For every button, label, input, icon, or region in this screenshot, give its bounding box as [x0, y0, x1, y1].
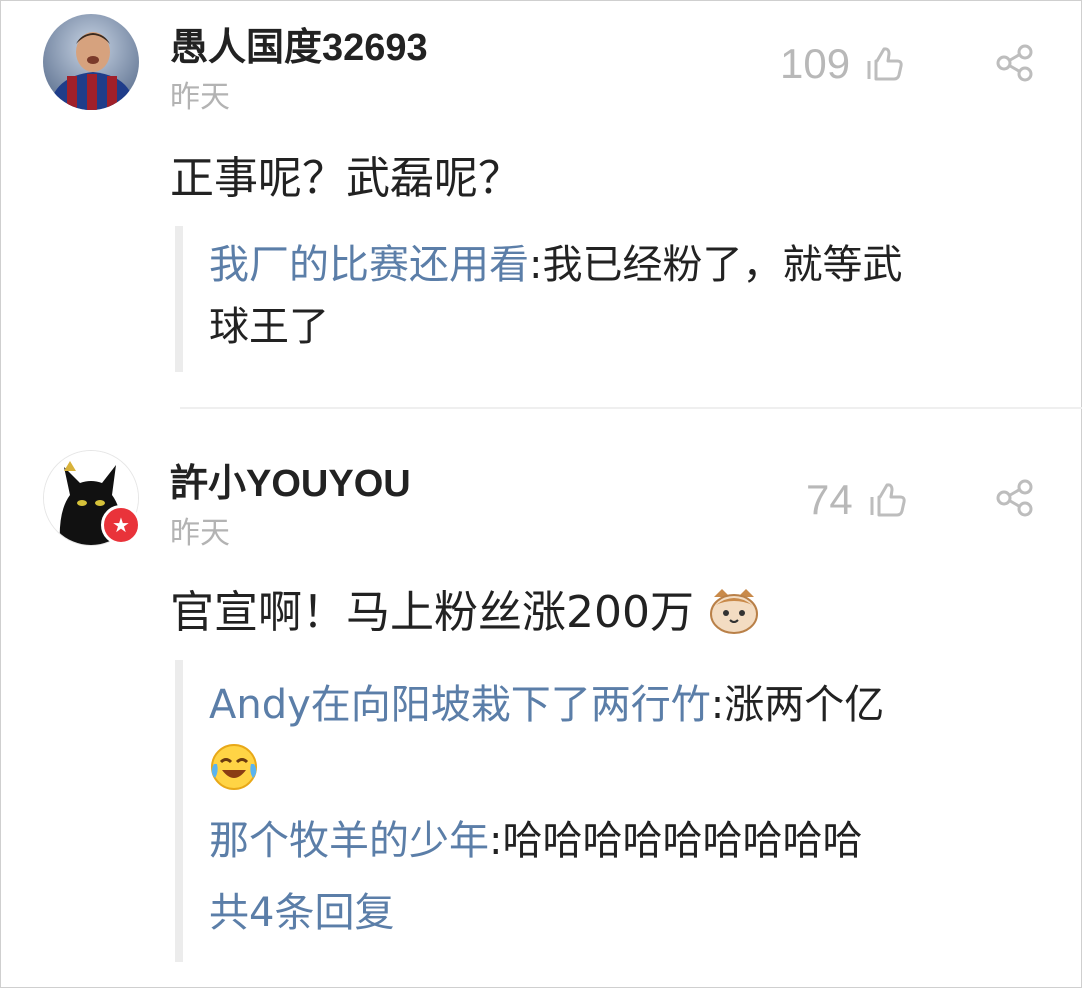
comment-content: 官宣啊！马上粉丝涨200万 — [170, 576, 760, 640]
username[interactable]: 愚人国度32693 — [170, 16, 428, 71]
comment-divider — [180, 407, 1082, 409]
comment-text: 官宣啊！马上粉丝涨200万 — [170, 587, 694, 638]
reply-item[interactable]: Andy在向阳坡栽下了两行竹:涨两个亿 — [209, 674, 884, 736]
thumbs-up-icon — [870, 483, 906, 517]
reply-username[interactable]: Andy在向阳坡栽下了两行竹 — [209, 682, 711, 728]
thumbs-up-icon — [867, 47, 903, 81]
like-count: 74 — [806, 476, 853, 523]
reply-item-continuation — [209, 736, 884, 810]
reply-list: Andy在向阳坡栽下了两行竹:涨两个亿 那个牧羊的少年:哈哈哈哈哈哈哈哈哈 共4… — [175, 660, 884, 962]
avatar[interactable] — [43, 14, 139, 110]
star-badge-icon: ★ — [101, 505, 141, 545]
username[interactable]: 許小YOUYOU — [170, 452, 411, 507]
share-icon[interactable] — [995, 478, 1035, 518]
share-icon[interactable] — [995, 43, 1035, 83]
more-replies-link[interactable]: 共4条回复 — [209, 882, 884, 944]
reply-text: :涨两个亿 — [710, 682, 885, 728]
reply-text: :我已经粉了，就等武 — [529, 242, 903, 288]
like-count: 109 — [780, 40, 851, 87]
comment-time: 昨天 — [170, 516, 230, 551]
reply-item[interactable]: 那个牧羊的少年:哈哈哈哈哈哈哈哈哈 — [209, 810, 884, 872]
reply-text: 球王了 — [209, 304, 329, 350]
laughing-crying-emoji — [211, 744, 257, 790]
reply-item-continuation: 球王了 — [209, 296, 902, 358]
like-button[interactable]: 74 — [806, 476, 907, 524]
reply-text: :哈哈哈哈哈哈哈哈哈 — [489, 818, 863, 864]
cat-face-emoji — [709, 589, 758, 634]
like-button[interactable]: 109 — [780, 40, 904, 88]
reply-list: 我厂的比赛还用看:我已经粉了，就等武 球王了 — [175, 226, 902, 372]
reply-username[interactable]: 那个牧羊的少年 — [209, 818, 489, 864]
comment-content: 正事呢？武磊呢？ — [170, 153, 522, 204]
reply-item[interactable]: 我厂的比赛还用看:我已经粉了，就等武 — [209, 234, 902, 296]
reply-username[interactable]: 我厂的比赛还用看 — [209, 242, 529, 288]
comment-time: 昨天 — [170, 80, 230, 115]
